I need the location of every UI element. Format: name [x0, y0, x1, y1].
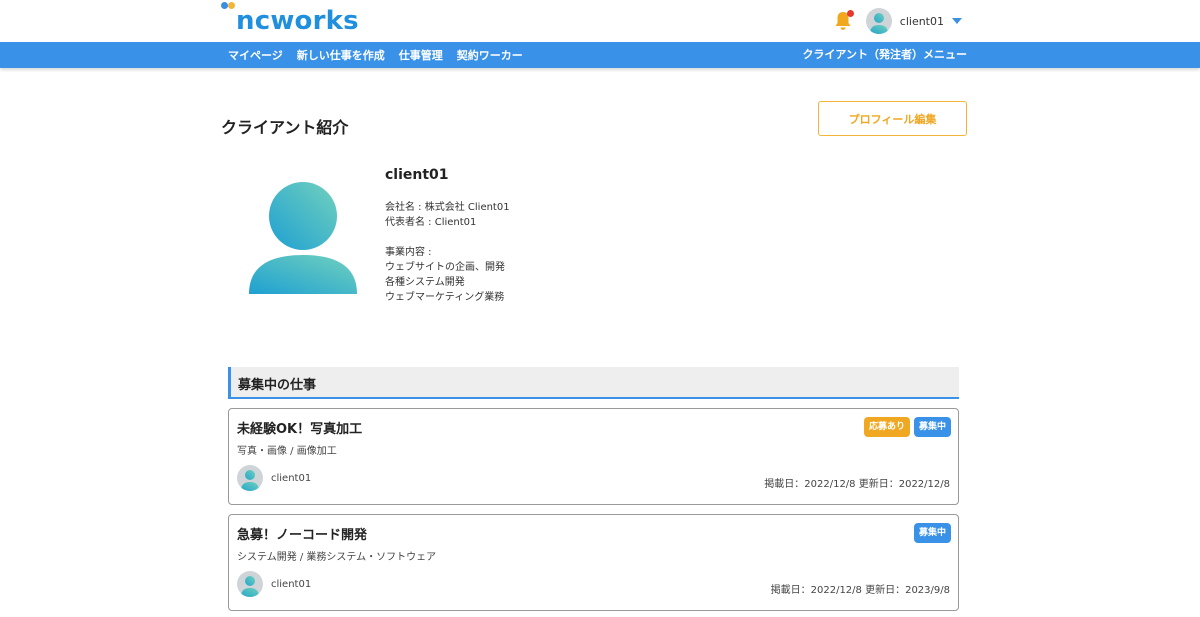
business-item: ウェブマーケティング業務	[385, 292, 505, 303]
status-badge: 応募あり	[863, 417, 910, 437]
chevron-down-icon[interactable]	[952, 18, 962, 24]
client-menu-link[interactable]: クライアント（発注者）メニュー	[802, 42, 967, 68]
nav-item-contract-workers[interactable]: 契約ワーカー	[457, 47, 523, 63]
logo-dots	[221, 2, 235, 10]
profile-avatar	[248, 182, 358, 294]
user-name[interactable]: client01	[900, 15, 944, 28]
job-badges: 募集中	[910, 523, 951, 543]
job-card[interactable]: 急募！ノーコード開発 募集中 システム開発 / 業務システム・ソフトウェア cl…	[228, 514, 959, 611]
status-badge: 募集中	[913, 417, 951, 437]
job-client: client01	[237, 571, 311, 597]
logo-text: ncworks	[236, 6, 359, 36]
job-client-name: client01	[271, 578, 312, 590]
page-title: クライアント紹介	[221, 118, 349, 137]
business-label: 事業内容 :	[385, 247, 432, 258]
nav-links: マイページ 新しい仕事を作成 仕事管理 契約ワーカー	[228, 42, 537, 68]
job-title[interactable]: 急募！ノーコード開発	[237, 524, 367, 543]
profile-info: 会社名 : 株式会社 Client01 代表者名 : Client01 事業内容…	[385, 200, 510, 305]
job-dates: 掲載日：2022/12/8 更新日：2023/9/8	[770, 585, 950, 596]
section-heading-text: 募集中の仕事	[238, 378, 317, 393]
section-heading: 募集中の仕事	[228, 367, 959, 399]
job-category: システム開発 / 業務システム・ソフトウェア	[237, 552, 437, 563]
company-name: 会社名 : 株式会社 Client01	[385, 202, 510, 213]
job-title[interactable]: 未経験OK！写真加工	[237, 418, 362, 437]
user-area: client01	[834, 6, 962, 36]
nav-item-create-job[interactable]: 新しい仕事を作成	[297, 47, 385, 63]
job-badges: 応募あり 募集中	[860, 417, 951, 437]
notification-dot-icon	[846, 10, 854, 17]
job-category: 写真・画像 / 画像加工	[237, 446, 337, 457]
edit-profile-button[interactable]: プロフィール編集	[818, 101, 967, 136]
profile-name: client01	[385, 167, 449, 183]
top-header: ncworks client01	[0, 0, 1200, 42]
business-item: ウェブサイトの企画、開発	[385, 262, 505, 273]
user-avatar[interactable]	[865, 8, 892, 34]
job-client-name: client01	[271, 472, 312, 484]
nav-item-mypage[interactable]: マイページ	[228, 47, 283, 63]
avatar	[237, 571, 263, 597]
main-navbar: マイページ 新しい仕事を作成 仕事管理 契約ワーカー クライアント（発注者）メニ…	[0, 42, 1200, 68]
job-card[interactable]: 未経験OK！写真加工 応募あり 募集中 写真・画像 / 画像加工 client0…	[228, 408, 959, 505]
job-dates: 掲載日：2022/12/8 更新日：2022/12/8	[764, 479, 950, 490]
status-badge: 募集中	[913, 523, 951, 543]
representative-name: 代表者名 : Client01	[385, 217, 477, 228]
job-client: client01	[237, 465, 311, 491]
notification-bell-icon[interactable]	[834, 10, 854, 31]
avatar	[237, 465, 263, 491]
business-item: 各種システム開発	[385, 277, 465, 288]
nav-item-job-management[interactable]: 仕事管理	[399, 47, 443, 63]
